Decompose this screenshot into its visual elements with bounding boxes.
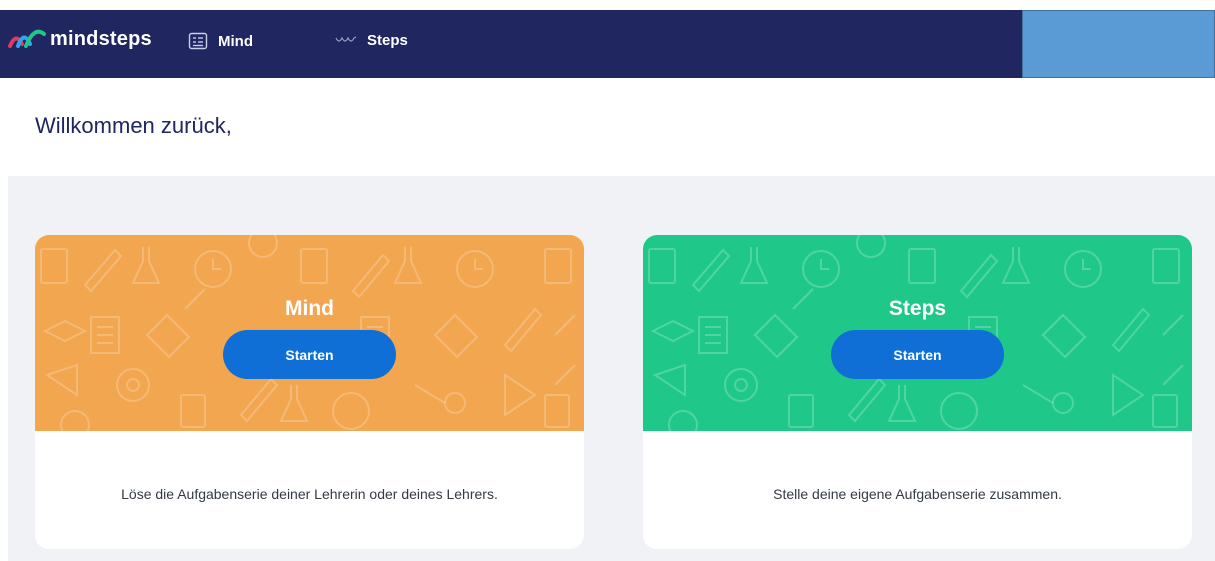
nav-item-steps-label: Steps [367, 32, 408, 49]
steps-card-description: Stelle deine eigene Aufgabenserie zusamm… [773, 486, 1062, 502]
checklist-icon [188, 32, 208, 50]
welcome-heading: Willkommen zurück, [35, 113, 232, 138]
steps-start-button[interactable]: Starten [831, 330, 1004, 379]
user-account-area[interactable] [1022, 10, 1215, 78]
steps-card-title: Steps [888, 297, 947, 320]
steps-card: Steps Starten Stelle deine eigene Aufgab… [643, 235, 1192, 549]
mind-card: Mind Starten Löse die Aufgabenserie dein… [35, 235, 584, 549]
mind-card-banner: Mind Starten [35, 235, 584, 431]
mindsteps-logo-icon [8, 29, 46, 48]
mind-start-button[interactable]: Starten [223, 330, 396, 379]
nav-item-steps[interactable]: Steps [335, 32, 408, 49]
mind-card-description: Löse die Aufgabenserie deiner Lehrerin o… [121, 486, 498, 502]
logo[interactable]: mindsteps [8, 26, 152, 52]
nav-item-mind[interactable]: Mind [188, 32, 253, 50]
mind-card-title: Mind [285, 297, 334, 320]
nav-item-mind-label: Mind [218, 32, 253, 50]
footsteps-icon [335, 35, 357, 42]
logo-text: mindsteps [50, 27, 152, 50]
top-navigation-bar: mindsteps Mind Steps [0, 10, 1215, 78]
steps-card-banner: Steps Starten [643, 235, 1192, 431]
